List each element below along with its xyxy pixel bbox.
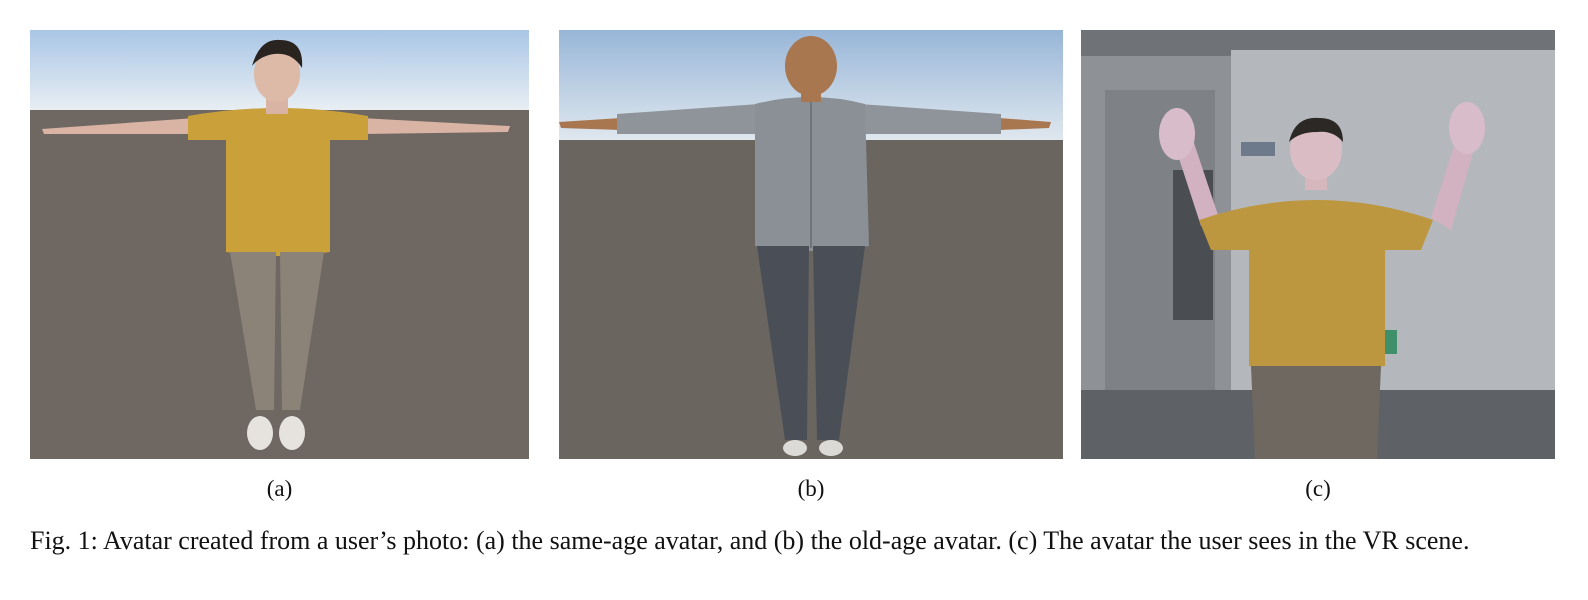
panel-a-image bbox=[30, 30, 529, 459]
figure-caption: Fig. 1: Avatar created from a user’s pho… bbox=[30, 526, 1470, 555]
subfigure-label-c: (c) bbox=[1305, 476, 1331, 501]
panel-b-image bbox=[559, 30, 1063, 459]
old-age-avatar-image bbox=[559, 30, 1063, 459]
subfigure-label-b: (b) bbox=[797, 476, 825, 501]
same-age-avatar-image bbox=[30, 30, 529, 459]
vr-scene-avatar-image bbox=[1081, 30, 1555, 459]
panel-c-image bbox=[1081, 30, 1555, 459]
subfigure-label-a: (a) bbox=[266, 476, 293, 501]
